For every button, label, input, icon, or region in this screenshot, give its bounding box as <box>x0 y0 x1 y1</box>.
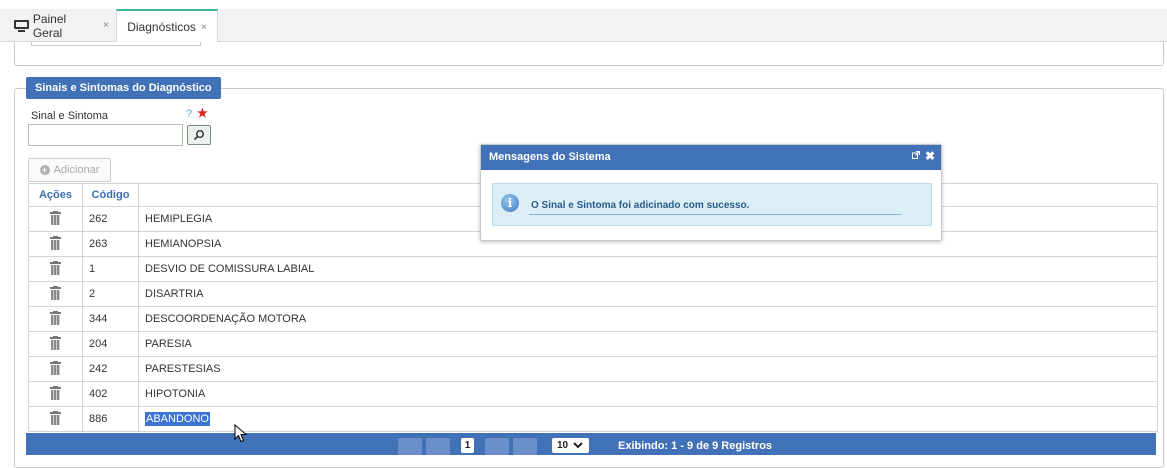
row-actions <box>28 281 83 307</box>
row-actions <box>28 206 83 232</box>
row-name: PARESTESIAS <box>145 363 221 375</box>
row-actions <box>28 356 83 382</box>
row-name-cell: DESVIO DE COMISSURA LABIAL <box>138 256 1158 282</box>
trash-icon[interactable] <box>50 335 61 350</box>
row-name: PARESIA <box>145 338 192 350</box>
row-code: 242 <box>82 356 139 382</box>
info-icon: i <box>501 194 519 212</box>
monitor-icon <box>14 19 29 32</box>
trash-icon[interactable] <box>50 310 61 325</box>
symptom-input[interactable] <box>28 124 183 146</box>
dialog-header[interactable]: Mensagens do Sistema <box>481 145 941 170</box>
row-code: 262 <box>82 206 139 232</box>
trash-icon[interactable] <box>50 210 61 225</box>
table-row[interactable]: 204 PARESIA <box>28 331 1158 357</box>
add-button[interactable]: + Adicionar <box>28 158 111 182</box>
row-actions <box>28 406 83 432</box>
row-code: 1 <box>82 256 139 282</box>
previous-panel <box>14 42 1164 66</box>
column-header-codigo[interactable]: Código <box>82 183 139 207</box>
column-header-acoes[interactable]: Ações <box>28 183 83 207</box>
row-name: HIPOTONIA <box>145 388 206 400</box>
table-row[interactable]: 344 DESCOORDENAÇÃO MOTORA <box>28 306 1158 332</box>
next-page-button[interactable] <box>485 438 509 455</box>
field-label: Sinal e Sintoma <box>31 110 109 122</box>
table-row[interactable]: 886 ABANDONO <box>28 406 1158 432</box>
row-code: 2 <box>82 281 139 307</box>
row-name-cell: ABANDONO <box>138 406 1158 432</box>
row-name: DESCOORDENAÇÃO MOTORA <box>145 313 307 325</box>
add-button-label: Adicionar <box>53 164 100 176</box>
records-info: Exibindo: 1 - 9 de 9 Registros <box>618 440 773 452</box>
trash-icon[interactable] <box>50 285 61 300</box>
tab-diagnosticos[interactable]: Diagnósticos × <box>116 9 218 43</box>
row-name: DESVIO DE COMISSURA LABIAL <box>145 263 315 275</box>
row-name-cell: DISARTRIA <box>138 281 1158 307</box>
close-icon[interactable]: ✖ <box>925 149 935 163</box>
row-actions <box>28 256 83 282</box>
row-actions <box>28 231 83 257</box>
tab-bar: Painel Geral × Diagnósticos × <box>0 9 1167 43</box>
dialog-title: Mensagens do Sistema <box>489 151 611 163</box>
required-icon: ★ <box>197 106 208 120</box>
page-size-value: 10 <box>557 440 569 451</box>
external-link-icon[interactable] <box>912 151 920 161</box>
trash-icon[interactable] <box>50 260 61 275</box>
mouse-cursor-icon <box>234 424 248 443</box>
divider <box>529 214 901 215</box>
plus-icon: + <box>39 165 50 175</box>
close-icon[interactable]: × <box>201 22 207 33</box>
current-page[interactable]: 1 <box>461 438 474 453</box>
pagination-bar: 1 10 Exibindo: 1 - 9 de 9 Registros <box>26 433 1156 455</box>
system-messages-dialog: Mensagens do Sistema ✖ i O Sinal e Sinto… <box>480 144 942 241</box>
trash-icon[interactable] <box>50 385 61 400</box>
row-name-cell: PARESIA <box>138 331 1158 357</box>
tab-painel-geral[interactable]: Painel Geral × <box>8 9 115 42</box>
row-code: 402 <box>82 381 139 407</box>
row-name-cell: DESCOORDENAÇÃO MOTORA <box>138 306 1158 332</box>
search-button[interactable] <box>187 125 211 145</box>
row-name-cell: HIPOTONIA <box>138 381 1158 407</box>
table-row[interactable]: 242 PARESTESIAS <box>28 356 1158 382</box>
row-name: HEMIPLEGIA <box>145 213 213 225</box>
message-text: O Sinal e Sintoma foi adicinado com suce… <box>531 200 750 211</box>
row-actions <box>28 381 83 407</box>
table-row[interactable]: 402 HIPOTONIA <box>28 381 1158 407</box>
trash-icon[interactable] <box>50 410 61 425</box>
info-message: i O Sinal e Sintoma foi adicinado com su… <box>492 183 932 226</box>
row-code: 263 <box>82 231 139 257</box>
prev-page-button[interactable] <box>426 438 450 455</box>
tab-label: Diagnósticos <box>127 20 196 34</box>
row-code: 344 <box>82 306 139 332</box>
page-size-select[interactable]: 10 <box>552 438 589 453</box>
help-icon[interactable]: ? <box>186 108 192 120</box>
row-name: ABANDONO <box>145 412 210 426</box>
row-name: HEMIANOPSIA <box>145 238 222 250</box>
search-icon <box>193 130 204 141</box>
clipped-field <box>31 42 201 46</box>
row-code: 204 <box>82 331 139 357</box>
section-title: Sinais e Sintomas do Diagnóstico <box>26 77 221 99</box>
table-row[interactable]: 2 DISARTRIA <box>28 281 1158 307</box>
row-name: DISARTRIA <box>145 288 204 300</box>
row-code: 886 <box>82 406 139 432</box>
trash-icon[interactable] <box>50 360 61 375</box>
row-actions <box>28 331 83 357</box>
table-row[interactable]: 1 DESVIO DE COMISSURA LABIAL <box>28 256 1158 282</box>
close-icon[interactable]: × <box>103 20 109 31</box>
last-page-button[interactable] <box>513 438 537 455</box>
row-name-cell: PARESTESIAS <box>138 356 1158 382</box>
first-page-button[interactable] <box>398 438 422 455</box>
trash-icon[interactable] <box>50 235 61 250</box>
tab-label: Painel Geral <box>32 11 67 40</box>
chevron-down-icon <box>573 442 583 449</box>
row-actions <box>28 306 83 332</box>
